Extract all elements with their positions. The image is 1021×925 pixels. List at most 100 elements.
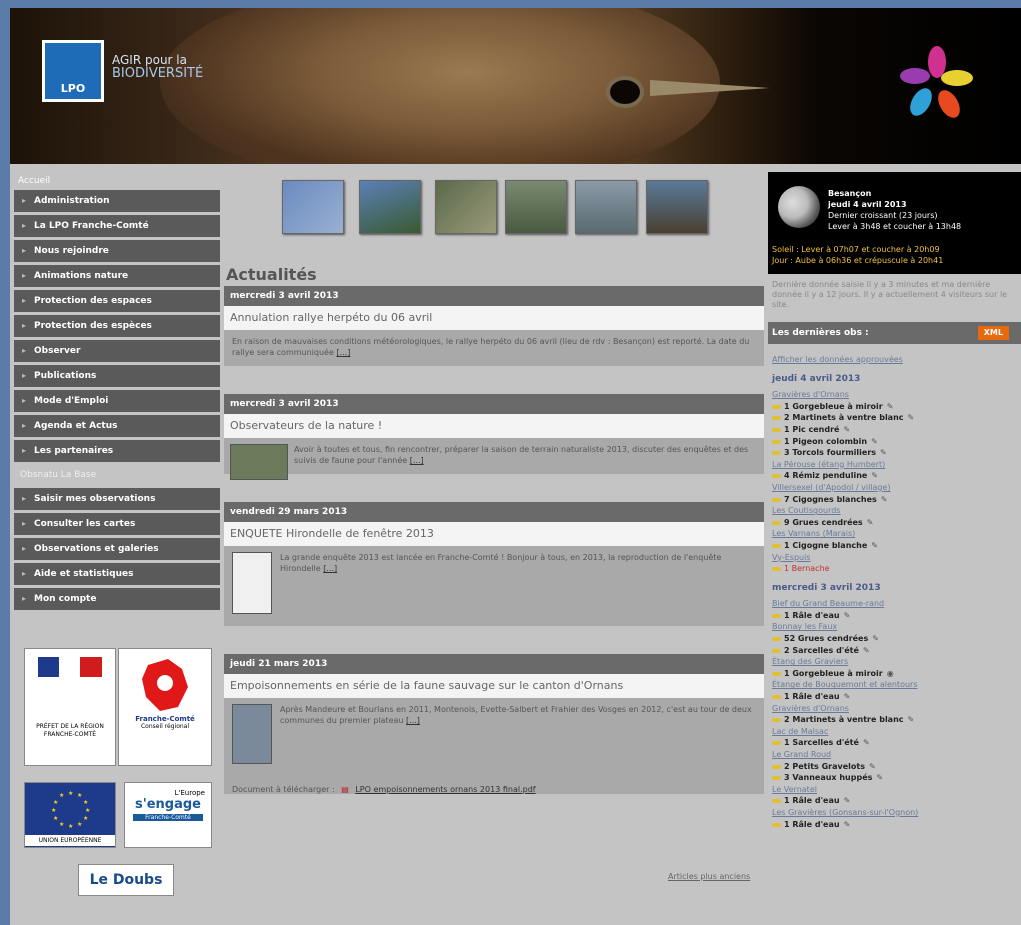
- prefet-logo[interactable]: PRÉFET DE LA RÉGION FRANCHE-COMTÉ: [24, 648, 116, 766]
- nav-agenda-actus[interactable]: Agenda et Actus: [14, 415, 220, 437]
- nav-partenaires[interactable]: Les partenaires: [14, 440, 220, 462]
- obs-place[interactable]: Le Vernatel: [772, 784, 1017, 796]
- read-more-link[interactable]: [...]: [406, 716, 420, 725]
- nav-aide-statistiques[interactable]: Aide et statistiques: [14, 563, 220, 585]
- nav-mode-emploi[interactable]: Mode d'Emploi: [14, 390, 220, 412]
- obs-entry[interactable]: 1 Sarcelles d'été ✎: [772, 737, 1017, 749]
- nav-publications[interactable]: Publications: [14, 365, 220, 387]
- obs-place[interactable]: Vy-Espuis: [772, 552, 1017, 564]
- obs-place[interactable]: Gravières d'Ornans: [772, 703, 1017, 715]
- obs-entry[interactable]: 4 Rémiz penduline ✎: [772, 470, 1017, 482]
- thumb-duck[interactable]: [505, 180, 567, 234]
- nav-animations-nature[interactable]: Animations nature: [14, 265, 220, 287]
- nav-lpo-franche-comte[interactable]: La LPO Franche-Comté: [14, 215, 220, 237]
- read-more-link[interactable]: [...]: [336, 348, 350, 357]
- camera-icon[interactable]: ◉: [887, 669, 894, 678]
- article-title[interactable]: ENQUETE Hirondelle de fenêtre 2013: [224, 522, 764, 546]
- article-thumbnail[interactable]: [232, 704, 272, 764]
- obs-place[interactable]: La Pérouse (étang Humbert): [772, 459, 1017, 471]
- obs-entry[interactable]: 2 Martinets à ventre blanc ✎: [772, 714, 1017, 726]
- obs-place[interactable]: Les Varnans (Marais): [772, 528, 1017, 540]
- obs-entry[interactable]: 1 Cigogne blanche ✎: [772, 540, 1017, 552]
- read-more-link[interactable]: [...]: [410, 456, 424, 465]
- older-articles-link[interactable]: Articles plus anciens: [668, 872, 750, 881]
- obs-place[interactable]: Étange de Bouquemont et alentours: [772, 679, 1017, 691]
- edit-icon[interactable]: ✎: [844, 611, 851, 620]
- nav-saisir-observations[interactable]: Saisir mes observations: [14, 488, 220, 510]
- obs-entry[interactable]: 2 Petits Gravelots ✎: [772, 761, 1017, 773]
- edit-icon[interactable]: ✎: [843, 425, 850, 434]
- nav-nous-rejoindre[interactable]: Nous rejoindre: [14, 240, 220, 262]
- thumb-bird-branch[interactable]: [359, 180, 421, 234]
- le-doubs-logo[interactable]: Le Doubs: [78, 864, 174, 896]
- download-link[interactable]: LPO empoisonnements ornans 2013 final.pd…: [355, 785, 535, 794]
- nav-consulter-cartes[interactable]: Consulter les cartes: [14, 513, 220, 535]
- edit-icon[interactable]: ✎: [880, 448, 887, 457]
- article-title[interactable]: Observateurs de la nature !: [224, 414, 764, 438]
- edit-icon[interactable]: ✎: [871, 437, 878, 446]
- obs-entry[interactable]: 1 Râle d'eau ✎: [772, 691, 1017, 703]
- obs-entry[interactable]: 52 Grues cendrées ✎: [772, 633, 1017, 645]
- obs-entry[interactable]: 1 Pic cendré ✎: [772, 424, 1017, 436]
- article-title[interactable]: Empoisonnements en série de la faune sau…: [224, 674, 764, 698]
- edit-icon[interactable]: ✎: [844, 692, 851, 701]
- obs-place[interactable]: Les Gravières (Gonsans-sur-l'Ognon): [772, 807, 1017, 819]
- edit-icon[interactable]: ✎: [867, 518, 874, 527]
- obs-entry[interactable]: 3 Torcols fourmiliers ✎: [772, 447, 1017, 459]
- edit-icon[interactable]: ✎: [869, 762, 876, 771]
- obs-entry[interactable]: 7 Cigognes blanches ✎: [772, 494, 1017, 506]
- obs-place[interactable]: Villersexel (d'Apodol / village): [772, 482, 1017, 494]
- nav-administration[interactable]: Administration: [14, 190, 220, 212]
- obs-entry[interactable]: 1 Râle d'eau ✎: [772, 610, 1017, 622]
- europe-engage-logo[interactable]: L'Europe s'engage Franche-Comté: [124, 782, 212, 848]
- edit-icon[interactable]: ✎: [844, 820, 851, 829]
- edit-icon[interactable]: ✎: [863, 646, 870, 655]
- thumb-bird-flight[interactable]: [282, 180, 344, 234]
- read-more-link[interactable]: [...]: [323, 564, 337, 573]
- franche-comte-logo[interactable]: Franche-Comté Conseil régional: [118, 648, 212, 766]
- nav-observations-galeries[interactable]: Observations et galeries: [14, 538, 220, 560]
- thumb-grebe[interactable]: [575, 180, 637, 234]
- thumb-bird-nest[interactable]: [435, 180, 497, 234]
- edit-icon[interactable]: ✎: [887, 402, 894, 411]
- edit-icon[interactable]: ✎: [871, 541, 878, 550]
- obs-entry[interactable]: 1 Bernache: [772, 563, 1017, 575]
- edit-icon[interactable]: ✎: [863, 738, 870, 747]
- obs-place[interactable]: Gravières d'Ornans: [772, 389, 1017, 401]
- obs-place[interactable]: Les Coutisgourds: [772, 505, 1017, 517]
- obs-place[interactable]: Lac de Malsac: [772, 726, 1017, 738]
- edit-icon[interactable]: ✎: [844, 796, 851, 805]
- nav-protection-espaces[interactable]: Protection des espaces: [14, 290, 220, 312]
- obs-place[interactable]: Bief du Grand Beaume-rand: [772, 598, 1017, 610]
- obs-entry[interactable]: 1 Gorgebleue à miroir ✎: [772, 401, 1017, 413]
- nav-mon-compte[interactable]: Mon compte: [14, 588, 220, 610]
- lpo-logo[interactable]: LPO: [42, 40, 104, 102]
- obs-place[interactable]: Le Grand Roud: [772, 749, 1017, 761]
- obs-entry[interactable]: 9 Grues cendrées ✎: [772, 517, 1017, 529]
- xml-feed-button[interactable]: XML: [977, 326, 1009, 340]
- obs-entry[interactable]: 3 Vanneaux huppés ✎: [772, 772, 1017, 784]
- edit-icon[interactable]: ✎: [876, 773, 883, 782]
- edit-icon[interactable]: ✎: [871, 471, 878, 480]
- obs-entry[interactable]: 2 Martinets à ventre blanc ✎: [772, 412, 1017, 424]
- article-title[interactable]: Annulation rallye herpéto du 06 avril: [224, 306, 764, 330]
- edit-icon[interactable]: ✎: [908, 715, 915, 724]
- obs-entry[interactable]: 1 Gorgebleue à miroir ◉: [772, 668, 1017, 680]
- obs-place[interactable]: Étang des Graviers: [772, 656, 1017, 668]
- article-thumbnail[interactable]: [230, 444, 288, 480]
- obs-entry[interactable]: 1 Râle d'eau ✎: [772, 795, 1017, 807]
- obs-entry[interactable]: 2 Sarcelles d'été ✎: [772, 645, 1017, 657]
- edit-icon[interactable]: ✎: [872, 634, 879, 643]
- obs-place[interactable]: Bonnay les Faux: [772, 621, 1017, 633]
- nav-home[interactable]: Accueil: [14, 172, 220, 190]
- thumb-gull[interactable]: [646, 180, 708, 234]
- obs-entry[interactable]: 1 Pigeon colombin ✎: [772, 436, 1017, 448]
- edit-icon[interactable]: ✎: [908, 413, 915, 422]
- nav-observer[interactable]: Observer: [14, 340, 220, 362]
- nav-protection-especes[interactable]: Protection des espèces: [14, 315, 220, 337]
- article-thumbnail[interactable]: [232, 552, 272, 614]
- eu-logo[interactable]: ★ ★ ★ ★ ★ ★ ★ ★ ★ ★ ★ ★ UNION EUROPÉENNE: [24, 782, 116, 848]
- filter-link[interactable]: Afficher les données approuvées: [772, 354, 1017, 366]
- edit-icon[interactable]: ✎: [881, 495, 888, 504]
- obs-entry[interactable]: 1 Râle d'eau ✎: [772, 819, 1017, 831]
